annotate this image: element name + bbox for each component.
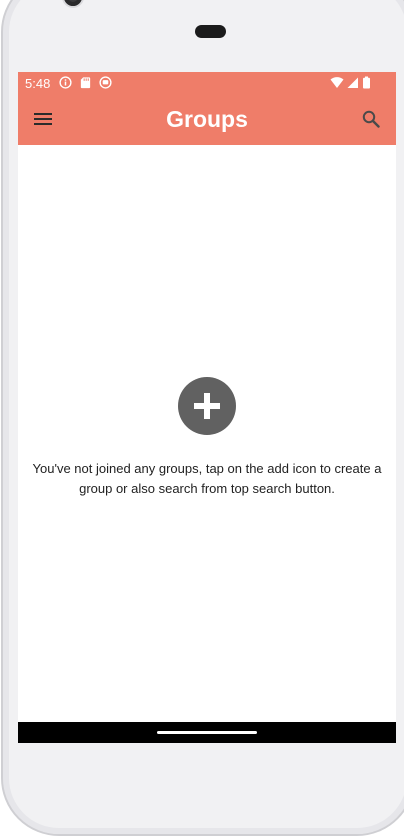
system-nav-bar — [18, 722, 396, 743]
search-button[interactable] — [357, 105, 385, 133]
sd-card-icon — [80, 77, 91, 89]
battery-icon — [363, 76, 370, 89]
add-circle-icon — [194, 393, 220, 419]
wifi-icon — [330, 77, 344, 88]
groups-content: You've not joined any groups, tap on the… — [18, 145, 396, 743]
record-icon — [99, 76, 112, 89]
front-camera — [64, 0, 82, 6]
status-right-icons — [330, 76, 371, 89]
empty-state-message: You've not joined any groups, tap on the… — [32, 461, 382, 496]
app-screen: 5:48 Groups You've not joined any groups… — [18, 72, 396, 743]
phone-device: 5:48 Groups You've not joined any groups… — [0, 0, 404, 838]
page-title: Groups — [166, 106, 248, 132]
app-bar: Groups — [18, 94, 396, 145]
search-icon — [362, 110, 380, 128]
info-icon — [59, 76, 72, 89]
home-gesture-handle[interactable] — [157, 731, 257, 734]
status-time: 5:48 — [25, 76, 51, 91]
status-left-icons — [59, 76, 112, 89]
status-bar: 5:48 — [18, 72, 396, 94]
empty-state-add-button[interactable] — [178, 377, 236, 435]
cell-signal-icon — [347, 77, 358, 88]
proximity-sensor — [195, 25, 226, 38]
